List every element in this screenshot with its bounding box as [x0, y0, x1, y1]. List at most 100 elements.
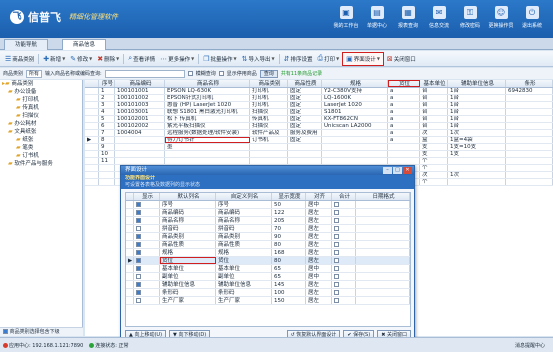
- config-cell[interactable]: 70: [272, 225, 306, 232]
- config-cell[interactable]: 居左: [306, 289, 332, 296]
- query-button[interactable]: 查询: [259, 69, 278, 78]
- config-row[interactable]: 商品名称 商品名称 205 居左: [126, 217, 410, 225]
- table-row[interactable]: 3 100101003 惠普 (HP) LaserJet 1020 打印机 固定 Lase…: [85, 102, 553, 109]
- config-row[interactable]: 条形码 条形码 100 居左: [126, 289, 410, 297]
- nav-messages[interactable]: ✉ 信息交流: [426, 4, 452, 29]
- col-header[interactable]: 商品类别: [250, 80, 288, 87]
- col-header[interactable]: 商品名称: [165, 80, 250, 87]
- col-header[interactable]: 序号: [99, 80, 115, 87]
- sum-checkbox[interactable]: [334, 242, 339, 247]
- table-row[interactable]: 9 墨 支 1支=10支: [85, 144, 553, 151]
- date-format-cell[interactable]: [356, 209, 410, 216]
- config-cell[interactable]: 居左: [306, 297, 332, 304]
- dialog-titlebar[interactable]: 界面设计 – □ ✕: [121, 166, 414, 175]
- show-column-checkbox[interactable]: [136, 218, 141, 223]
- col-header[interactable]: 商品性质: [288, 80, 322, 87]
- config-row[interactable]: 商品性质 商品性质 80 居左: [126, 241, 410, 249]
- search-input[interactable]: [104, 69, 185, 78]
- custom-column-name[interactable]: 商品编码: [216, 209, 272, 216]
- config-row[interactable]: 拼音码 拼音码 70 居左: [126, 225, 410, 233]
- show-column-checkbox[interactable]: [136, 202, 141, 207]
- fuzzy-search-checkbox[interactable]: [187, 71, 193, 76]
- config-cell[interactable]: 居中: [306, 201, 332, 208]
- config-cell[interactable]: 居左: [306, 249, 332, 256]
- table-row[interactable]: 6 100102002 紫光平板扫描仪 扫描仪 固定 Unicscan LA2000 a 台 1…: [85, 123, 553, 130]
- include-subcategory-checkbox[interactable]: [3, 329, 8, 334]
- config-cell[interactable]: 168: [272, 249, 306, 256]
- config-cell[interactable]: 居中: [306, 265, 332, 272]
- show-column-checkbox[interactable]: [136, 290, 141, 295]
- config-cell[interactable]: 居中: [306, 273, 332, 280]
- config-cell[interactable]: 居左: [306, 233, 332, 240]
- custom-column-name[interactable]: 副单位: [216, 273, 272, 280]
- config-cell[interactable]: 65: [272, 265, 306, 272]
- date-format-cell[interactable]: [356, 281, 410, 288]
- custom-column-name[interactable]: 商品名称: [216, 217, 272, 224]
- table-row[interactable]: 5 100102001 松下 传真机 传真机 固定 KX-FT862CN a 台 1台: [85, 116, 553, 123]
- show-column-checkbox[interactable]: [136, 210, 141, 215]
- date-format-cell[interactable]: [356, 225, 410, 232]
- config-cell[interactable]: 205: [272, 217, 306, 224]
- show-column-checkbox[interactable]: [136, 274, 141, 279]
- config-row[interactable]: 序号 序号 50 居中: [126, 201, 410, 209]
- config-row[interactable]: ▶ 货位 货位 80 居左: [126, 257, 410, 265]
- config-row[interactable]: 辅助单位信息 辅助单位信息 145 居左: [126, 281, 410, 289]
- show-column-checkbox[interactable]: [136, 266, 141, 271]
- sum-checkbox[interactable]: [334, 266, 339, 271]
- tree-node[interactable]: ▰ 打印机: [0, 96, 82, 104]
- table-row[interactable]: 7 1004004 远程服务(数据处理/软件安装) 软件产品及 服务及费用 a 次 1次: [85, 130, 553, 137]
- config-row[interactable]: 商品类别 商品类别 90 居左: [126, 233, 410, 241]
- sum-checkbox[interactable]: [334, 234, 339, 239]
- tree-node[interactable]: ▰ 传真机: [0, 104, 82, 112]
- sum-checkbox[interactable]: [334, 258, 339, 263]
- config-cell[interactable]: 居左: [306, 257, 332, 264]
- date-format-cell[interactable]: [356, 217, 410, 224]
- tab-function-nav[interactable]: 功能导航: [4, 39, 49, 50]
- table-row[interactable]: 2 100101002 EPSON针式打印机 打印机 固定 LQ-1600K a 台 1台: [85, 95, 553, 102]
- tree-node[interactable]: ▰ 文具纸张: [0, 128, 82, 136]
- sum-checkbox[interactable]: [334, 250, 339, 255]
- config-cell[interactable]: 居左: [306, 209, 332, 216]
- tree-node[interactable]: ▸▰ 商品类别: [0, 80, 82, 88]
- table-row[interactable]: 1 100101001 EPSON LQ-630K 打印机 固定 Y2-C380V支持 a 台…: [85, 88, 553, 95]
- nav-exit[interactable]: ⏻ 退出系统: [519, 4, 545, 29]
- sum-checkbox[interactable]: [334, 290, 339, 295]
- tree-node[interactable]: ▰ 办公耗材: [0, 120, 82, 128]
- config-cell[interactable]: 150: [272, 297, 306, 304]
- config-cell[interactable]: 100: [272, 289, 306, 296]
- date-format-cell[interactable]: [356, 265, 410, 272]
- tree-node[interactable]: ▰ 扫描仪: [0, 112, 82, 120]
- custom-column-name[interactable]: 辅助单位信息: [216, 281, 272, 288]
- custom-column-name[interactable]: 生产厂家: [216, 297, 272, 304]
- custom-column-name[interactable]: 货位: [216, 257, 272, 264]
- sort-settings-button[interactable]: ⇵ 排序设置: [282, 53, 315, 65]
- show-column-checkbox[interactable]: [136, 282, 141, 287]
- config-row[interactable]: 基本单位 基本单位 65 居中: [126, 265, 410, 273]
- show-column-checkbox[interactable]: [136, 258, 141, 263]
- tree-node[interactable]: ▰ 笔类: [0, 144, 82, 152]
- col-header[interactable]: 基本单位: [420, 80, 448, 87]
- config-cell[interactable]: 122: [272, 209, 306, 216]
- tree-node[interactable]: ▰ 订书机: [0, 152, 82, 160]
- tree-node[interactable]: ▰ 办公设备: [0, 88, 82, 96]
- config-cell[interactable]: 65: [272, 273, 306, 280]
- show-column-checkbox[interactable]: [136, 234, 141, 239]
- sum-checkbox[interactable]: [334, 218, 339, 223]
- date-format-cell[interactable]: [356, 241, 410, 248]
- nav-reports[interactable]: ▦ 报表查询: [395, 4, 421, 29]
- view-details-button[interactable]: ⌕ 查看详情: [126, 53, 157, 65]
- config-cell[interactable]: 居左: [306, 281, 332, 288]
- date-format-cell[interactable]: [356, 297, 410, 304]
- custom-column-name[interactable]: 拼音码: [216, 225, 272, 232]
- date-format-cell[interactable]: [356, 257, 410, 264]
- show-column-checkbox[interactable]: [136, 298, 141, 303]
- more-actions-button[interactable]: ⋯ 更多操作 ▼: [158, 53, 196, 65]
- close-window-button[interactable]: ⊠ 关闭窗口: [385, 53, 418, 65]
- nav-documents[interactable]: ▤ 单据中心: [364, 4, 390, 29]
- table-row[interactable]: 10 支 1支: [85, 151, 553, 158]
- config-row[interactable]: 生产厂家 生产厂家 150 居左: [126, 297, 410, 305]
- date-format-cell[interactable]: [356, 201, 410, 208]
- layout-design-button[interactable]: ▣ 界面设计 ▼: [342, 51, 384, 66]
- message-center[interactable]: 消息提醒中心: [515, 342, 545, 349]
- custom-column-name[interactable]: 条形码: [216, 289, 272, 296]
